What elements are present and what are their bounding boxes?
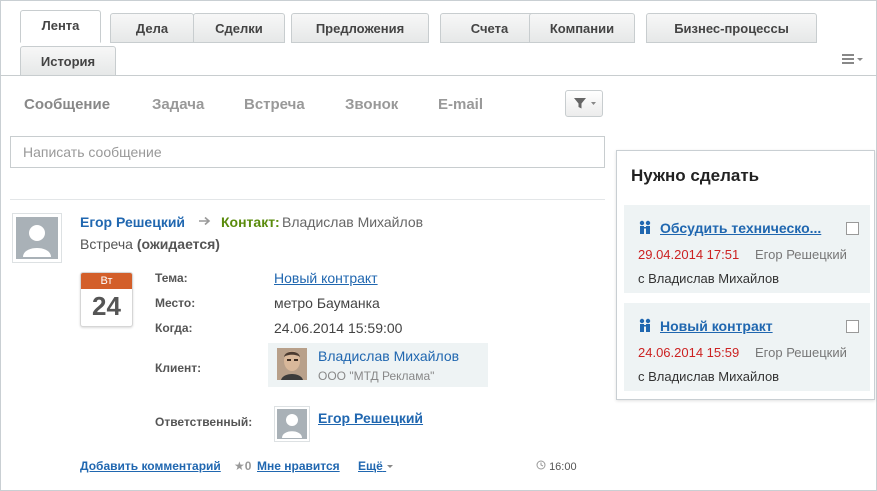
topic-link[interactable]: Новый контракт: [274, 270, 378, 286]
post-tab-task[interactable]: Задача: [152, 96, 204, 113]
add-comment-link[interactable]: Добавить комментарий: [80, 459, 221, 473]
user-placeholder-icon: [16, 217, 58, 259]
when-value: 24.06.2014 15:59:00: [274, 320, 403, 336]
todo-title: Нужно сделать: [631, 166, 760, 185]
star-icon: ★: [234, 459, 245, 473]
place-value: метро Бауманка: [274, 295, 380, 311]
calendar-weekday: Вт: [81, 273, 132, 289]
client-label: Клиент:: [155, 361, 202, 375]
likes: ★0: [234, 459, 251, 473]
todo-item-owner: Егор Решецкий: [755, 345, 847, 360]
arrow-right-icon: [198, 214, 212, 231]
when-label: Когда:: [155, 321, 193, 335]
responsible-avatar[interactable]: [274, 406, 310, 442]
client-card: Владислав Михайлов ООО "МТД Реклама": [268, 343, 488, 387]
author-avatar[interactable]: [12, 213, 62, 263]
contact-label: Контакт:: [221, 214, 280, 230]
place-label: Место:: [155, 296, 196, 310]
more-menu[interactable]: Ещё: [358, 459, 394, 473]
calendar-date-badge: Вт 24: [80, 272, 133, 327]
todo-item: Новый контракт 24.06.2014 15:59 Егор Реш…: [624, 303, 870, 391]
todo-panel: Нужно сделать Обсудить техническо... 29.…: [616, 150, 875, 400]
tabs-divider: [0, 75, 877, 76]
todo-item-checkbox[interactable]: [846, 222, 859, 235]
tab-kompanii[interactable]: Компании: [529, 13, 635, 43]
message-input[interactable]: [10, 136, 605, 168]
todo-item-checkbox[interactable]: [846, 320, 859, 333]
todo-item-date: 24.06.2014 15:59: [638, 345, 740, 360]
meeting-status-value: (ожидается): [136, 236, 220, 252]
meeting-people-icon: [638, 318, 652, 332]
client-photo[interactable]: [277, 348, 307, 380]
todo-item-title[interactable]: Обсудить техническо...: [660, 220, 840, 236]
tab-predlozheniya[interactable]: Предложения: [291, 13, 429, 43]
contact-name[interactable]: Владислав Михайлов: [282, 214, 423, 230]
chevron-down-icon: [387, 465, 394, 468]
clock-icon: [536, 460, 546, 470]
todo-item-with: с Владислав Михайлов: [638, 369, 780, 384]
todo-item-title[interactable]: Новый контракт: [660, 318, 840, 334]
tab-istoriya[interactable]: История: [20, 46, 116, 76]
tab-dela[interactable]: Дела: [110, 13, 194, 43]
more-label: Ещё: [358, 459, 383, 473]
filter-icon: [574, 98, 596, 109]
tab-sdelki[interactable]: Сделки: [193, 13, 285, 43]
like-link[interactable]: Мне нравится: [257, 459, 340, 473]
responsible-name-link[interactable]: Егор Решецкий: [318, 410, 423, 426]
post-tab-email[interactable]: E-mail: [438, 96, 483, 113]
meeting-people-icon: [638, 220, 652, 234]
meeting-status: Встреча (ожидается): [80, 236, 220, 252]
tab-lenta[interactable]: Лента: [20, 10, 101, 43]
topic-label: Тема:: [155, 271, 188, 285]
meeting-type: Встреча: [80, 236, 133, 252]
responsible-label: Ответственный:: [155, 415, 253, 429]
filter-button[interactable]: [565, 90, 603, 117]
post-tab-message[interactable]: Сообщение: [24, 96, 110, 113]
post-time-value: 16:00: [549, 461, 577, 473]
post-time: 16:00: [536, 460, 577, 473]
todo-item-date: 29.04.2014 17:51: [638, 247, 740, 262]
menu-icon[interactable]: [842, 52, 864, 66]
client-name-link[interactable]: Владислав Михайлов: [318, 348, 459, 364]
post-tab-meeting[interactable]: Встреча: [244, 96, 305, 113]
post-tab-call[interactable]: Звонок: [345, 96, 398, 113]
tab-biznes-processy[interactable]: Бизнес-процессы: [646, 13, 817, 43]
post-author[interactable]: Егор Решецкий: [80, 214, 185, 230]
client-company: ООО "МТД Реклама": [318, 369, 435, 383]
user-placeholder-icon: [277, 409, 307, 439]
tab-scheta[interactable]: Счета: [440, 13, 539, 43]
todo-item: Обсудить техническо... 29.04.2014 17:51 …: [624, 205, 870, 293]
likes-count: 0: [244, 459, 252, 473]
feed-separator: [10, 199, 605, 200]
todo-item-owner: Егор Решецкий: [755, 247, 847, 262]
todo-item-with: с Владислав Михайлов: [638, 271, 780, 286]
calendar-day: 24: [92, 291, 121, 321]
